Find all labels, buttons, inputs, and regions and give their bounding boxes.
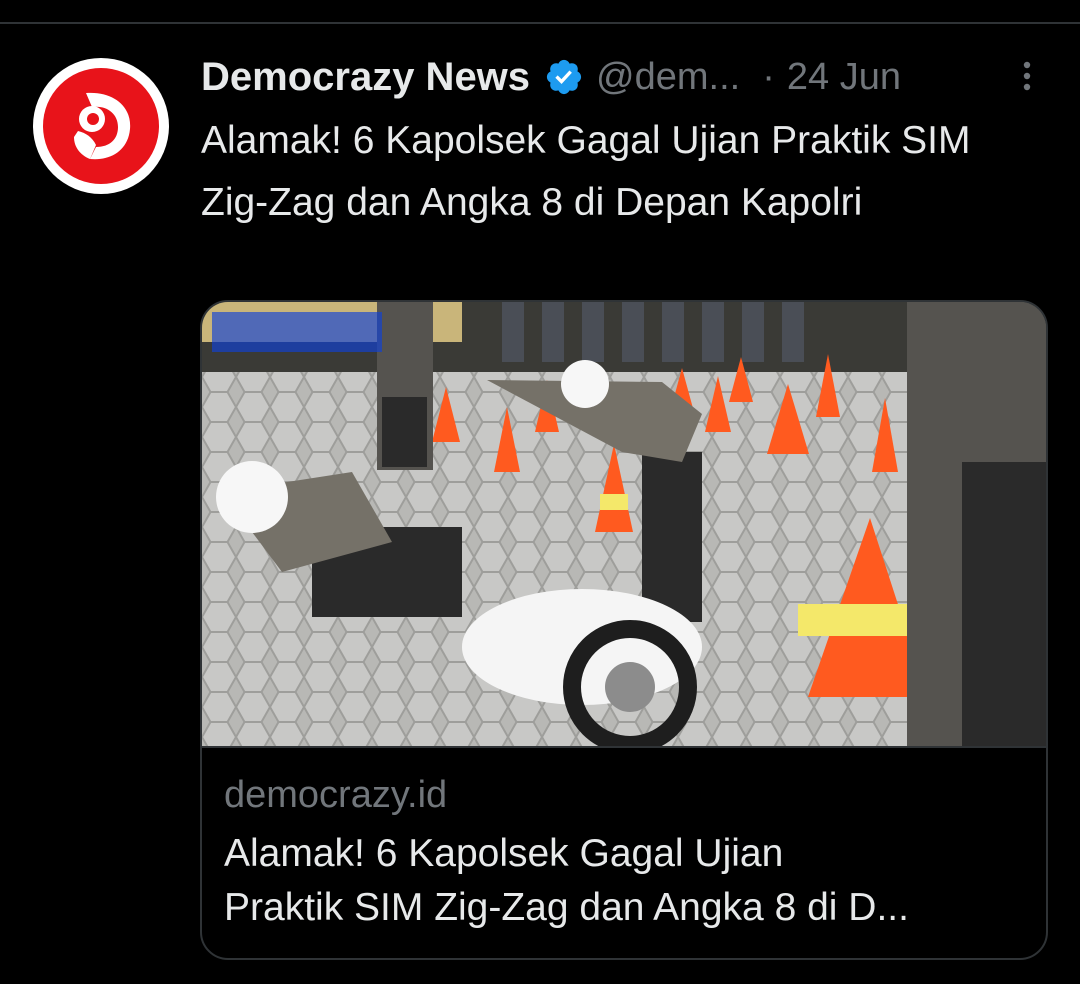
tweet-text: Alamak! 6 Kapolsek Gagal Ujian Praktik S… bbox=[201, 119, 971, 224]
link-preview-card[interactable]: democrazy.id Alamak! 6 Kapolsek Gagal Uj… bbox=[200, 300, 1048, 960]
avatar-logo bbox=[43, 68, 159, 184]
card-divider bbox=[202, 746, 1046, 748]
avatar[interactable] bbox=[33, 58, 169, 194]
card-image[interactable] bbox=[202, 302, 1046, 746]
card-domain[interactable]: democrazy.id bbox=[224, 774, 447, 817]
tweet-header: Democrazy News @dem... · 24 Jun bbox=[201, 52, 1041, 102]
tweet-date[interactable]: 24 Jun bbox=[787, 56, 901, 99]
author-name[interactable]: Democrazy News bbox=[201, 55, 530, 100]
democrazy-logo-icon bbox=[74, 92, 131, 160]
verified-badge-icon bbox=[546, 59, 582, 95]
more-options-icon[interactable] bbox=[1012, 56, 1042, 96]
author-handle[interactable]: @dem... bbox=[596, 56, 740, 99]
separator-dot: · bbox=[762, 55, 775, 98]
card-title[interactable]: Alamak! 6 Kapolsek Gagal Ujian Praktik S… bbox=[224, 827, 1024, 935]
top-divider bbox=[0, 22, 1080, 24]
